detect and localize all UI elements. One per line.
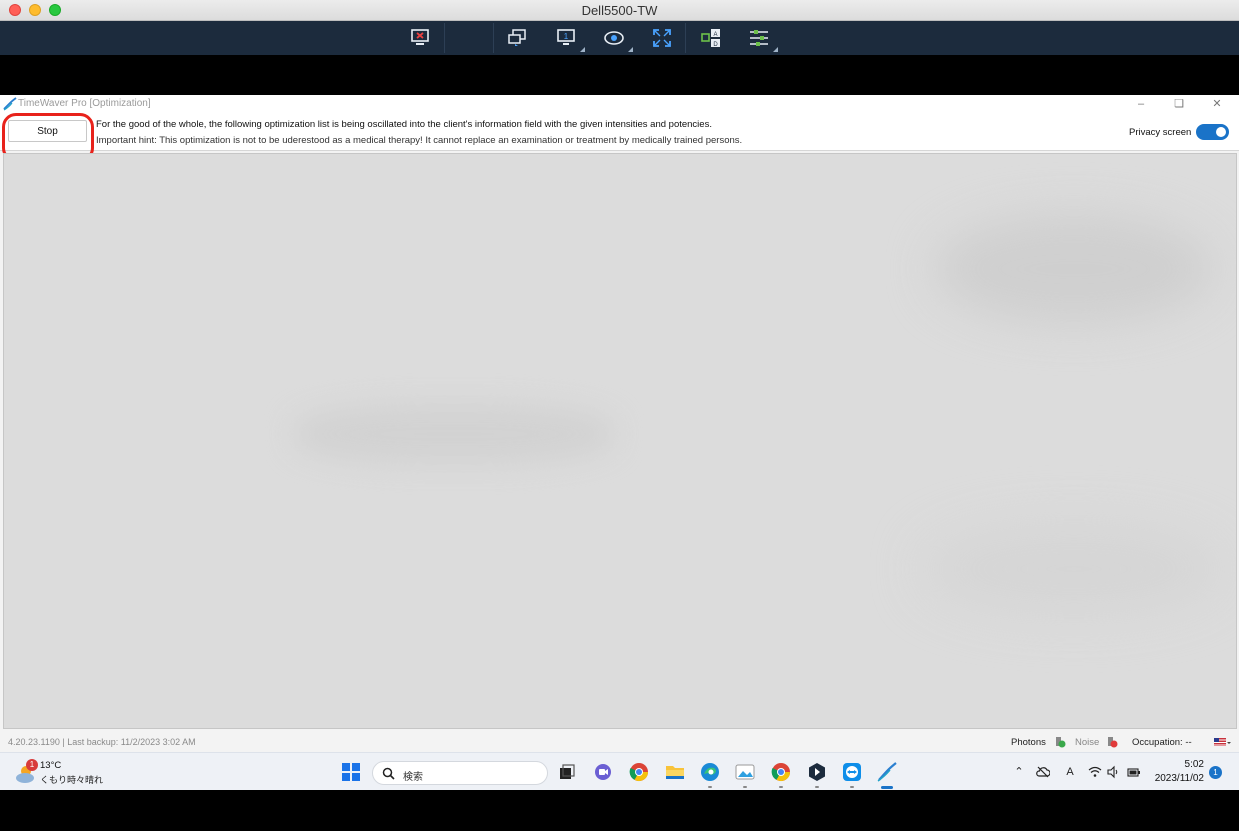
privacy-screen-label: Privacy screen: [1129, 127, 1192, 138]
app-logo-icon: [3, 97, 17, 111]
task-view-icon[interactable]: [555, 760, 579, 784]
privacy-screen-toggle[interactable]: [1196, 124, 1229, 140]
occupation-label: Occupation: --: [1132, 737, 1192, 748]
volume-icon[interactable]: [1106, 765, 1120, 779]
photos-app-icon[interactable]: [733, 760, 757, 788]
teams-chat-icon[interactable]: [591, 760, 615, 784]
file-explorer-icon[interactable]: [663, 760, 687, 784]
privacy-screen-area: [3, 153, 1237, 729]
search-icon: [382, 767, 395, 780]
timewaver-app-icon[interactable]: [875, 760, 899, 789]
optimization-info-text: For the good of the whole, the following…: [96, 119, 712, 130]
weather-temp: 13°C: [40, 760, 62, 771]
svg-text:1: 1: [564, 32, 569, 41]
app-window: TimeWaver Pro [Optimization] – ❏ ✕ Stop …: [0, 95, 1239, 752]
version-backup-text: 4.20.23.1190 | Last backup: 11/2/2023 3:…: [8, 737, 196, 747]
chrome-icon-2[interactable]: [769, 760, 793, 788]
start-button[interactable]: [339, 760, 363, 784]
search-placeholder: 検索: [403, 772, 423, 783]
remote-app-icon[interactable]: [805, 760, 829, 788]
view-icon[interactable]: [601, 26, 633, 52]
adjust-icon[interactable]: [746, 26, 778, 52]
window-title: Dell5500-TW: [581, 3, 658, 18]
battery-icon[interactable]: [1127, 765, 1141, 779]
input-icon[interactable]: AD: [698, 26, 724, 50]
chrome-icon[interactable]: [627, 760, 651, 784]
taskbar-search[interactable]: 検索: [372, 761, 548, 785]
app-close-button[interactable]: ✕: [1210, 97, 1224, 111]
app-minimize-button[interactable]: –: [1134, 97, 1148, 111]
app-title: TimeWaver Pro [Optimization]: [18, 98, 151, 109]
remote-toolbar: 1 AD: [0, 21, 1239, 55]
teamviewer-icon[interactable]: [840, 760, 864, 788]
mac-titlebar: Dell5500-TW: [0, 0, 1239, 21]
notification-badge[interactable]: 1: [1209, 766, 1222, 779]
ime-icon[interactable]: A: [1063, 765, 1077, 779]
photons-label: Photons: [1011, 737, 1046, 748]
cloud-offline-icon[interactable]: [1036, 765, 1050, 779]
edge-icon[interactable]: [698, 760, 722, 788]
status-bar: 4.20.23.1190 | Last backup: 11/2/2023 3:…: [0, 732, 1239, 752]
photons-status-icon: [1056, 737, 1066, 748]
info-bar: Stop For the good of the whole, the foll…: [0, 113, 1239, 162]
chevron-up-icon[interactable]: ⌃: [1012, 765, 1026, 779]
noise-label: Noise: [1075, 737, 1100, 748]
clock-date[interactable]: 2023/11/02: [1150, 773, 1204, 784]
display-icon[interactable]: 1: [553, 26, 585, 52]
svg-text:D: D: [713, 42, 718, 48]
disconnect-icon[interactable]: [407, 26, 433, 50]
weather-widget[interactable]: 1 13°C くもり時々晴れ: [14, 759, 114, 787]
taskbar: 1 13°C くもり時々晴れ 検索 ⌃ A 5:02 2023/11/02 1: [0, 752, 1239, 790]
medical-hint-text: Important hint: This optimization is not…: [96, 135, 743, 146]
fullscreen-icon[interactable]: [649, 26, 675, 50]
app-restore-button[interactable]: ❏: [1172, 97, 1186, 111]
weather-badge: 1: [26, 759, 38, 771]
noise-status-icon: [1108, 737, 1118, 748]
clock-time[interactable]: 5:02: [1150, 759, 1204, 770]
stop-button[interactable]: Stop: [8, 120, 87, 142]
actions-icon[interactable]: [504, 26, 530, 50]
app-titlebar: TimeWaver Pro [Optimization] – ❏ ✕: [0, 95, 1239, 113]
weather-desc: くもり時々晴れ: [40, 775, 104, 785]
wifi-icon[interactable]: [1088, 765, 1102, 779]
us-flag-icon[interactable]: [1214, 736, 1232, 748]
svg-text:A: A: [713, 32, 717, 38]
